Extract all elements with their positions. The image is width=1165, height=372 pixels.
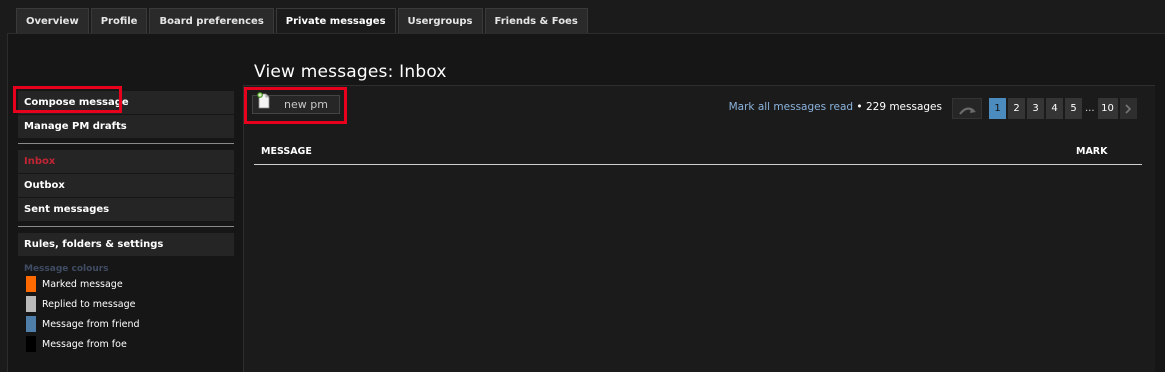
friend-swatch <box>26 316 36 332</box>
manage-pm-drafts-link[interactable]: Manage PM drafts <box>18 115 234 138</box>
status-separator: • <box>853 101 866 113</box>
outbox-link[interactable]: Outbox <box>18 174 234 197</box>
tab-bar: Overview Profile Board preferences Priva… <box>16 8 590 36</box>
next-page-button[interactable] <box>1119 98 1137 119</box>
inbox-link[interactable]: Inbox <box>18 150 234 173</box>
colour-legend-item: Replied to message <box>18 294 234 314</box>
rules-folders-settings-link[interactable]: Rules, folders & settings <box>18 233 234 256</box>
pagination-ellipsis: ... <box>1085 103 1095 114</box>
pm-sidebar: Compose message Manage PM drafts Inbox O… <box>18 91 234 354</box>
tab-friends-foes[interactable]: Friends & Foes <box>484 8 588 34</box>
replied-swatch <box>26 296 36 312</box>
page-10[interactable]: 10 <box>1097 98 1118 119</box>
page-1[interactable]: 1 <box>989 98 1006 119</box>
status-line: Mark all messages read • 229 messages <box>729 101 942 113</box>
page-5[interactable]: 5 <box>1065 98 1082 119</box>
tab-profile[interactable]: Profile <box>90 8 148 34</box>
colour-legend-item: Marked message <box>18 274 234 294</box>
page-3[interactable]: 3 <box>1027 98 1044 119</box>
column-mark: MARK <box>1076 146 1108 157</box>
messages-panel <box>243 85 1155 372</box>
tab-board-preferences[interactable]: Board preferences <box>149 8 274 34</box>
page-4[interactable]: 4 <box>1046 98 1063 119</box>
menu-divider <box>18 226 234 227</box>
colour-legend-label: Replied to message <box>42 298 136 310</box>
colour-legend-item: Message from foe <box>18 334 234 354</box>
column-message: MESSAGE <box>261 146 312 157</box>
page-title: View messages: Inbox <box>254 62 447 82</box>
pagination: 1 2 3 4 5 ... 10 <box>989 98 1137 119</box>
tab-usergroups[interactable]: Usergroups <box>397 8 483 34</box>
page-2[interactable]: 2 <box>1008 98 1025 119</box>
sent-messages-link[interactable]: Sent messages <box>18 198 234 221</box>
reload-button[interactable] <box>952 98 982 119</box>
new-pm-button[interactable]: new pm <box>252 92 340 114</box>
colour-legend-label: Message from friend <box>42 318 140 330</box>
message-colours-title: Message colours <box>24 264 109 274</box>
new-document-icon <box>257 92 270 109</box>
tab-overview[interactable]: Overview <box>16 8 89 34</box>
menu-divider <box>18 143 234 144</box>
mark-all-read-link[interactable]: Mark all messages read <box>729 101 853 113</box>
compose-message-link[interactable]: Compose message <box>18 91 234 114</box>
messages-table-header: MESSAGE MARK <box>254 140 1142 165</box>
tab-private-messages[interactable]: Private messages <box>275 8 396 36</box>
chevron-right-icon <box>1125 103 1132 114</box>
colour-legend-label: Marked message <box>42 278 123 290</box>
foe-swatch <box>26 336 36 352</box>
new-pm-label: new pm <box>284 98 328 111</box>
colour-legend-label: Message from foe <box>42 338 127 350</box>
message-count: 229 messages <box>865 101 942 113</box>
marked-swatch <box>26 276 36 292</box>
colour-legend-item: Message from friend <box>18 314 234 334</box>
curved-arrow-icon <box>959 107 976 115</box>
